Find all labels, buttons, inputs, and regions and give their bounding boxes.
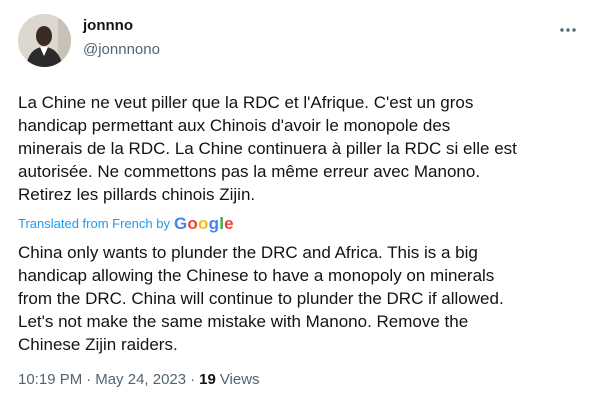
meta-separator: ·	[86, 371, 92, 388]
meta-separator: ·	[190, 371, 196, 388]
tweet-meta: 10:19 PM · May 24, 2023 · 19 Views	[18, 370, 260, 390]
tweet-text-translated: China only wants to plunder the DRC and …	[18, 243, 504, 354]
translation-attribution[interactable]: Translated from French by Google	[18, 215, 234, 233]
tweet-card: jonnno @jonnnono La Chine ne veut piller…	[0, 0, 598, 405]
user-handle[interactable]: @jonnnono	[83, 40, 160, 60]
tweet-time[interactable]: 10:19 PM	[18, 370, 82, 390]
translated-label: Translated from French by	[18, 216, 170, 231]
display-name[interactable]: jonnno	[83, 16, 133, 36]
google-logo: Google	[173, 214, 234, 233]
tweet-date[interactable]: May 24, 2023	[95, 370, 186, 390]
tweet-text-original: La Chine ne veut piller que la RDC et l'…	[18, 93, 517, 204]
more-horizontal-icon[interactable]	[556, 18, 580, 42]
views-count[interactable]: 19	[199, 370, 216, 390]
avatar-photo	[18, 14, 71, 67]
views-label[interactable]: Views	[220, 370, 260, 390]
avatar[interactable]	[18, 14, 71, 67]
